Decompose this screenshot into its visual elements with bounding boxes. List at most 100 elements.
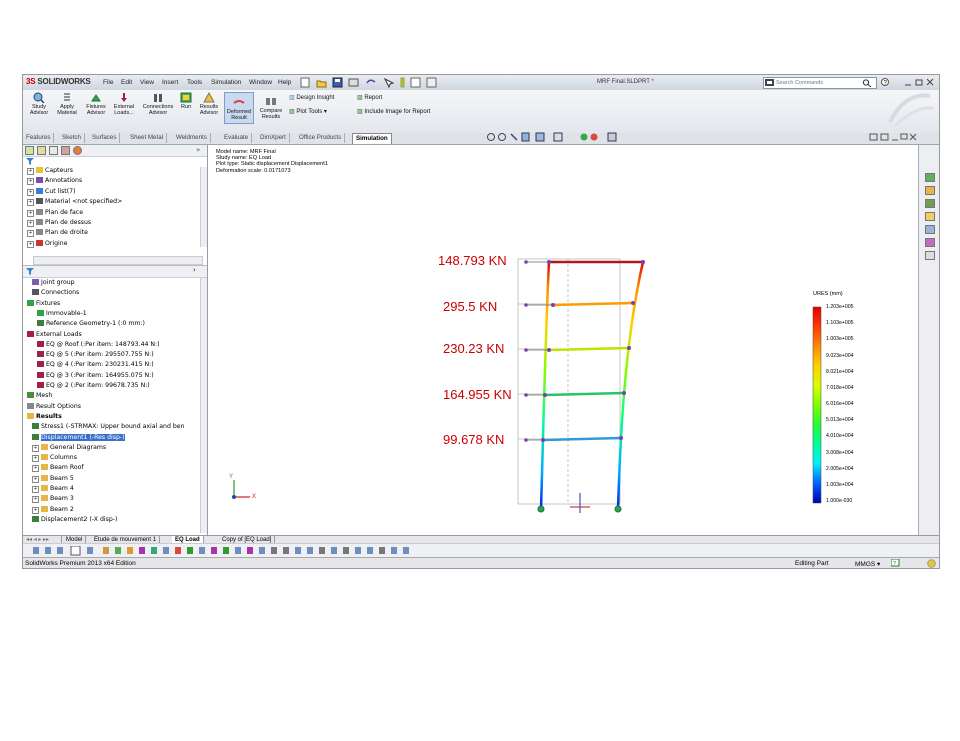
run-button[interactable]: Run: [177, 92, 195, 110]
viewport-restore-icon[interactable]: [900, 133, 908, 140]
design-insight-button[interactable]: ▥ Design Insight: [289, 94, 334, 101]
feature-tree-item[interactable]: + Plan de droite: [27, 229, 88, 238]
simulation-tree-item[interactable]: + Beam 4: [32, 485, 74, 493]
feature-tree-hscrollbar[interactable]: [33, 256, 203, 265]
tab-weldments[interactable]: Weldments: [173, 133, 211, 143]
simulation-tree-item[interactable]: Joint group: [32, 279, 75, 286]
plot-tools-button[interactable]: ▨ Plot Tools ▾: [289, 108, 327, 115]
sim-tree-expand-icon[interactable]: ›: [193, 266, 196, 274]
compare-results-button[interactable]: Compare Results: [257, 92, 285, 120]
expand-toggle-icon[interactable]: +: [27, 220, 34, 227]
simulation-tree-item[interactable]: Fixtures: [27, 299, 60, 307]
search-icon[interactable]: [862, 79, 872, 87]
simulation-tree-item[interactable]: Mesh: [27, 392, 52, 399]
expand-toggle-icon[interactable]: +: [27, 230, 34, 238]
simulation-tree-item[interactable]: External Loads: [27, 330, 82, 338]
simulation-tree-item[interactable]: + Beam 5: [32, 474, 74, 483]
appearances-icon[interactable]: [925, 238, 935, 247]
home-icon[interactable]: [925, 186, 935, 195]
expand-toggle-icon[interactable]: +: [27, 168, 34, 175]
feature-tree-item[interactable]: + Material <not specified>: [27, 198, 122, 207]
expand-toggle-icon[interactable]: +: [32, 475, 39, 483]
simulation-tree-item[interactable]: + Columns: [32, 454, 77, 463]
feature-tree-scrollbar[interactable]: [200, 167, 207, 247]
feature-tree-item[interactable]: + Annotations: [27, 177, 82, 186]
display-manager-icon[interactable]: [73, 146, 82, 155]
fixtures-advisor-button[interactable]: Fixtures Advisor: [83, 92, 109, 116]
feature-tree-item[interactable]: + Capteurs: [27, 167, 73, 175]
menu-edit[interactable]: Edit: [121, 79, 132, 86]
expand-toggle-icon[interactable]: +: [32, 455, 39, 463]
tab-sheet-metal[interactable]: Sheet Metal: [127, 133, 168, 143]
menu-help[interactable]: Help: [278, 79, 291, 86]
tile-view-icon[interactable]: [869, 133, 878, 141]
solidworks-logo[interactable]: 3S SOLIDWORKS: [26, 77, 91, 86]
deformed-result-button[interactable]: Deformed Result: [224, 92, 254, 124]
heads-up-view-toolbar[interactable]: [486, 132, 646, 143]
menu-simulation[interactable]: Simulation: [211, 79, 241, 86]
view-palette-icon[interactable]: [925, 225, 935, 234]
tab-simulation[interactable]: Simulation: [352, 133, 392, 144]
simulation-tree-item[interactable]: + Beam 2: [32, 505, 74, 514]
menu-window[interactable]: Window: [249, 79, 272, 86]
study-advisor-button[interactable]: Study Advisor: [27, 92, 51, 116]
tab-sketch[interactable]: Sketch: [59, 133, 85, 143]
rebuild-status-icon[interactable]: [927, 559, 936, 568]
simulation-tree-item[interactable]: EQ @ 2 (:Per item: 99678.735 N:): [37, 382, 150, 389]
status-help-icon[interactable]: ?: [891, 559, 900, 567]
external-loads-button[interactable]: External Loads...: [111, 92, 137, 116]
menu-view[interactable]: View: [140, 79, 154, 86]
expand-toggle-icon[interactable]: +: [32, 486, 39, 493]
tab-features[interactable]: Features: [23, 133, 55, 143]
simulation-tree-item[interactable]: Result Options: [27, 402, 81, 410]
simulation-bottom-toolbar[interactable]: [23, 543, 939, 558]
simulation-tree-item[interactable]: Stress1 (-STRMAX: Upper bound axial and …: [32, 423, 185, 430]
simulation-tree-item[interactable]: Reference Geometry-1 (:0 mm:): [37, 320, 145, 327]
expand-toggle-icon[interactable]: +: [27, 178, 34, 186]
simulation-tree-item[interactable]: + Beam Roof: [32, 464, 84, 473]
configuration-manager-icon[interactable]: [49, 146, 58, 155]
dimxpert-manager-icon[interactable]: [61, 146, 70, 155]
tab-dimxpert[interactable]: DimXpert: [257, 133, 290, 143]
custom-properties-icon[interactable]: [925, 251, 935, 260]
tile-view-2-icon[interactable]: [880, 133, 889, 141]
design-library-icon[interactable]: [925, 199, 935, 208]
simulation-tree-item[interactable]: EQ @ Roof (:Per item: 148793.44 N:): [37, 340, 160, 348]
graphics-viewport[interactable]: Model name: MRF Final Study name: EQ Loa…: [208, 132, 918, 535]
property-manager-icon[interactable]: [37, 146, 46, 155]
simulation-tree-scrollbar[interactable]: [200, 278, 207, 533]
results-advisor-button[interactable]: Results Advisor: [197, 92, 221, 116]
tab-office-products[interactable]: Office Products: [296, 133, 346, 143]
quick-access-toolbar[interactable]: [299, 77, 489, 88]
search-commands[interactable]: [763, 77, 877, 89]
close-icon[interactable]: [926, 78, 934, 86]
feature-tree-icon[interactable]: [25, 146, 34, 155]
expand-toggle-icon[interactable]: +: [32, 496, 39, 504]
simulation-tree-item[interactable]: Displacement2 (-X disp-): [32, 515, 117, 523]
menu-insert[interactable]: Insert: [162, 79, 178, 86]
connections-advisor-button[interactable]: Connections Advisor: [141, 92, 175, 116]
simulation-tree-item[interactable]: EQ @ 4 (:Per item: 230231.415 N:): [37, 361, 154, 368]
expand-toggle-icon[interactable]: +: [27, 240, 34, 248]
expand-panel-icon[interactable]: »: [196, 146, 200, 154]
unit-system-selector[interactable]: MMGS ▾: [855, 560, 880, 568]
solidworks-resources-icon[interactable]: [925, 173, 935, 182]
expand-toggle-icon[interactable]: +: [27, 209, 34, 217]
menu-tools[interactable]: Tools: [187, 79, 202, 86]
simulation-tree-item[interactable]: EQ @ 5 (:Per item: 295507.755 N:): [37, 351, 154, 358]
include-image-button[interactable]: ▨ Include Image for Report: [357, 108, 430, 115]
tab-surfaces[interactable]: Surfaces: [89, 133, 121, 143]
simulation-tree-item[interactable]: Results: [27, 412, 62, 420]
feature-tree-item[interactable]: + Plan de face: [27, 208, 83, 217]
report-button[interactable]: ▨ Report: [357, 94, 382, 101]
feature-tree-item[interactable]: + Cut list(7): [27, 187, 76, 196]
feature-tree-item[interactable]: + Plan de dessus: [27, 219, 91, 227]
search-input[interactable]: [776, 80, 862, 86]
restore-icon[interactable]: [915, 79, 923, 86]
tab-evaluate[interactable]: Evaluate: [221, 133, 253, 143]
expand-toggle-icon[interactable]: +: [32, 506, 39, 514]
expand-toggle-icon[interactable]: +: [27, 188, 34, 196]
expand-toggle-icon[interactable]: +: [27, 199, 34, 207]
sim-filter-icon[interactable]: [26, 268, 36, 275]
filter-icon[interactable]: [26, 158, 34, 165]
